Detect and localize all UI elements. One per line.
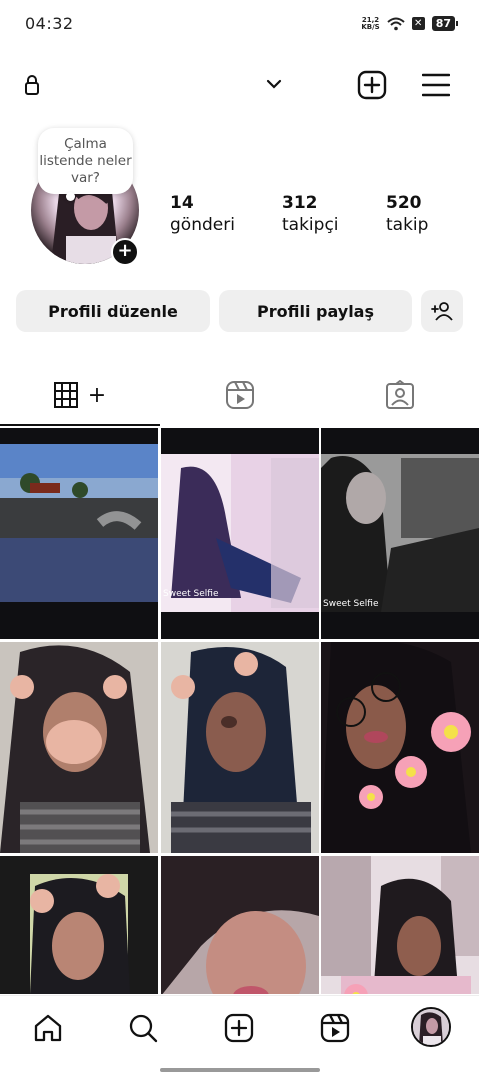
grid-icon	[53, 382, 78, 408]
stat-followers-label: takipçi	[282, 215, 339, 235]
chevron-down-icon[interactable]	[262, 72, 286, 96]
create-icon[interactable]	[221, 1010, 257, 1046]
tab-grid-plus: +	[87, 382, 107, 408]
watermark-text: Sweet Selfie	[163, 589, 219, 599]
menu-icon[interactable]	[420, 70, 452, 100]
edit-profile-button[interactable]: Profili düzenle	[16, 290, 210, 332]
battery-icon: 87	[431, 16, 459, 31]
search-icon[interactable]	[125, 1010, 161, 1046]
share-profile-button[interactable]: Profili paylaş	[219, 290, 412, 332]
tab-posts-grid[interactable]: +	[0, 366, 160, 424]
discover-people-button[interactable]	[421, 290, 463, 332]
tab-reels[interactable]	[160, 366, 320, 424]
active-tab-indicator	[0, 424, 160, 426]
post-thumbnail[interactable]	[0, 856, 158, 994]
x-icon: ✕	[411, 17, 425, 30]
stat-following[interactable]: 520 takip	[386, 193, 428, 235]
stat-following-value: 520	[386, 193, 422, 213]
post-thumbnail[interactable]	[161, 856, 319, 994]
stat-posts-label: gönderi	[170, 215, 235, 235]
home-indicator	[160, 1068, 320, 1072]
post-thumbnail[interactable]	[161, 642, 319, 853]
network-speed: 21,2 KB/S	[361, 16, 380, 31]
profile-tabs: +	[0, 366, 479, 426]
posts-grid: Sweet Selfie Sweet Selfie	[0, 428, 479, 994]
post-thumbnail[interactable]	[321, 642, 479, 853]
lock-icon	[22, 72, 42, 98]
post-thumbnail[interactable]	[0, 428, 158, 639]
post-thumbnail[interactable]: Sweet Selfie	[161, 428, 319, 639]
post-thumbnail[interactable]	[0, 642, 158, 853]
add-person-icon	[431, 302, 453, 321]
battery-level: 87	[435, 17, 451, 30]
status-icons: 21,2 KB/S ✕ 87	[361, 16, 459, 31]
post-thumbnail[interactable]	[321, 856, 479, 994]
note-bubble[interactable]: Çalma listende neler var?	[38, 128, 133, 201]
stat-following-label: takip	[386, 215, 429, 235]
stat-posts[interactable]: 14 gönderi	[170, 193, 235, 235]
add-box-icon[interactable]	[356, 69, 388, 101]
home-icon[interactable]	[30, 1010, 66, 1046]
profile-top-bar	[0, 60, 479, 110]
reels-icon[interactable]	[317, 1010, 353, 1046]
post-thumbnail[interactable]: Sweet Selfie	[321, 428, 479, 639]
wifi-icon	[387, 17, 405, 30]
profile-avatar[interactable]	[411, 1007, 451, 1047]
watermark-text: Sweet Selfie	[323, 599, 379, 609]
stat-followers[interactable]: 312 takipçi	[282, 193, 339, 235]
tagged-icon	[385, 380, 414, 409]
tab-tagged[interactable]	[320, 366, 479, 424]
reels-icon	[226, 381, 254, 409]
stat-posts-value: 14	[170, 193, 194, 213]
status-time: 04:32	[25, 14, 74, 33]
add-story-button[interactable]: +	[111, 238, 139, 266]
stat-followers-value: 312	[282, 193, 318, 213]
network-speed-unit: KB/S	[361, 22, 380, 31]
